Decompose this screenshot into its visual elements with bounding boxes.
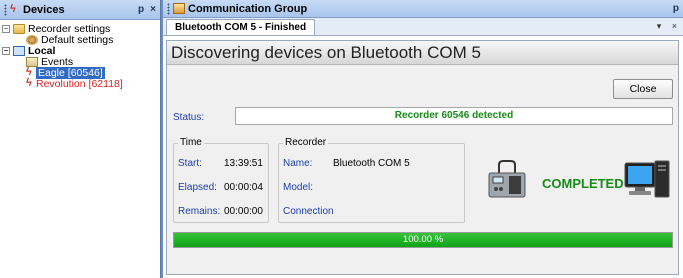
remains-value: 00:00:00	[224, 206, 263, 217]
name-label: Name:	[283, 158, 313, 169]
time-group: Time Start: 13:39:51 Elapsed: 00:00:04 R…	[173, 137, 269, 223]
start-label: Start:	[178, 158, 202, 169]
recorder-device-icon	[488, 160, 526, 198]
status-label: Status:	[173, 112, 205, 123]
time-group-title: Time	[178, 137, 204, 148]
grip-icon[interactable]	[167, 2, 170, 15]
status-field: Recorder 60546 detected	[235, 107, 673, 125]
devices-pane-title: Devices	[23, 3, 65, 16]
collapse-icon[interactable]: −	[2, 24, 10, 33]
remains-label: Remains:	[178, 206, 221, 217]
devices-pane-title-wrap: ϟ Devices	[10, 4, 132, 16]
progress-text: 100.00 %	[402, 234, 444, 245]
tree-item-recorder-settings[interactable]: − Recorder settings	[2, 23, 158, 35]
close-icon[interactable]: ×	[150, 4, 156, 15]
folder-settings-icon	[13, 23, 25, 34]
communication-pane-header: Communication Group p	[163, 0, 683, 18]
pin-icon[interactable]: p	[138, 4, 144, 15]
recorder-icon: ϟ	[26, 77, 32, 89]
elapsed-value: 00:00:04	[224, 182, 263, 193]
devices-tree: − Recorder settings Default settings − L…	[0, 20, 160, 92]
start-value: 13:39:51	[224, 158, 263, 169]
communication-pane: Communication Group p Bluetooth COM 5 - …	[163, 0, 683, 278]
communication-pane-title: Communication Group	[188, 2, 308, 15]
name-value: Bluetooth COM 5	[333, 158, 410, 169]
tree-item-default-settings[interactable]: Default settings	[2, 34, 158, 46]
tab-close-icon[interactable]: ×	[672, 21, 677, 31]
elapsed-label: Elapsed:	[178, 182, 217, 193]
communication-pane-title-wrap: Communication Group	[173, 3, 667, 15]
collapse-icon[interactable]: −	[2, 46, 10, 55]
tab-menu-icon[interactable]: ▾	[657, 21, 662, 31]
grip-icon[interactable]	[4, 3, 7, 16]
recorder-group-title: Recorder	[283, 137, 329, 148]
events-icon	[26, 56, 38, 67]
computer-icon	[624, 160, 670, 198]
progress-bar: 100.00 %	[173, 232, 673, 248]
gear-icon	[26, 34, 38, 45]
tree-item-local[interactable]: − Local	[2, 45, 158, 57]
pin-icon[interactable]: p	[673, 3, 679, 14]
network-icon	[13, 45, 25, 56]
recorder-group: Recorder Name: Bluetooth COM 5 Model: Co…	[278, 137, 465, 223]
discovery-panel: Discovering devices on Bluetooth COM 5 C…	[166, 40, 679, 275]
tab-bluetooth-com5[interactable]: Bluetooth COM 5 - Finished	[166, 19, 316, 35]
tree-item-revolution[interactable]: ϟ Revolution [62118]	[2, 77, 158, 90]
connection-label: Connection	[283, 206, 334, 217]
recorder-icon: ϟ	[10, 3, 16, 15]
close-button[interactable]: Close	[613, 79, 673, 99]
model-label: Model:	[283, 182, 314, 193]
tab-controls: ▾ ×	[657, 21, 677, 32]
tab-strip: Bluetooth COM 5 - Finished ▾ ×	[163, 18, 683, 36]
page-title: Discovering devices on Bluetooth COM 5	[167, 41, 678, 65]
tree-item-label: Revolution [62118]	[36, 77, 123, 90]
completed-label: COMPLETED	[542, 176, 624, 191]
communication-group-icon	[173, 3, 185, 14]
devices-pane-header: ϟ Devices p ×	[0, 0, 160, 20]
devices-pane: ϟ Devices p × − Recorder settings Defaul…	[0, 0, 161, 278]
